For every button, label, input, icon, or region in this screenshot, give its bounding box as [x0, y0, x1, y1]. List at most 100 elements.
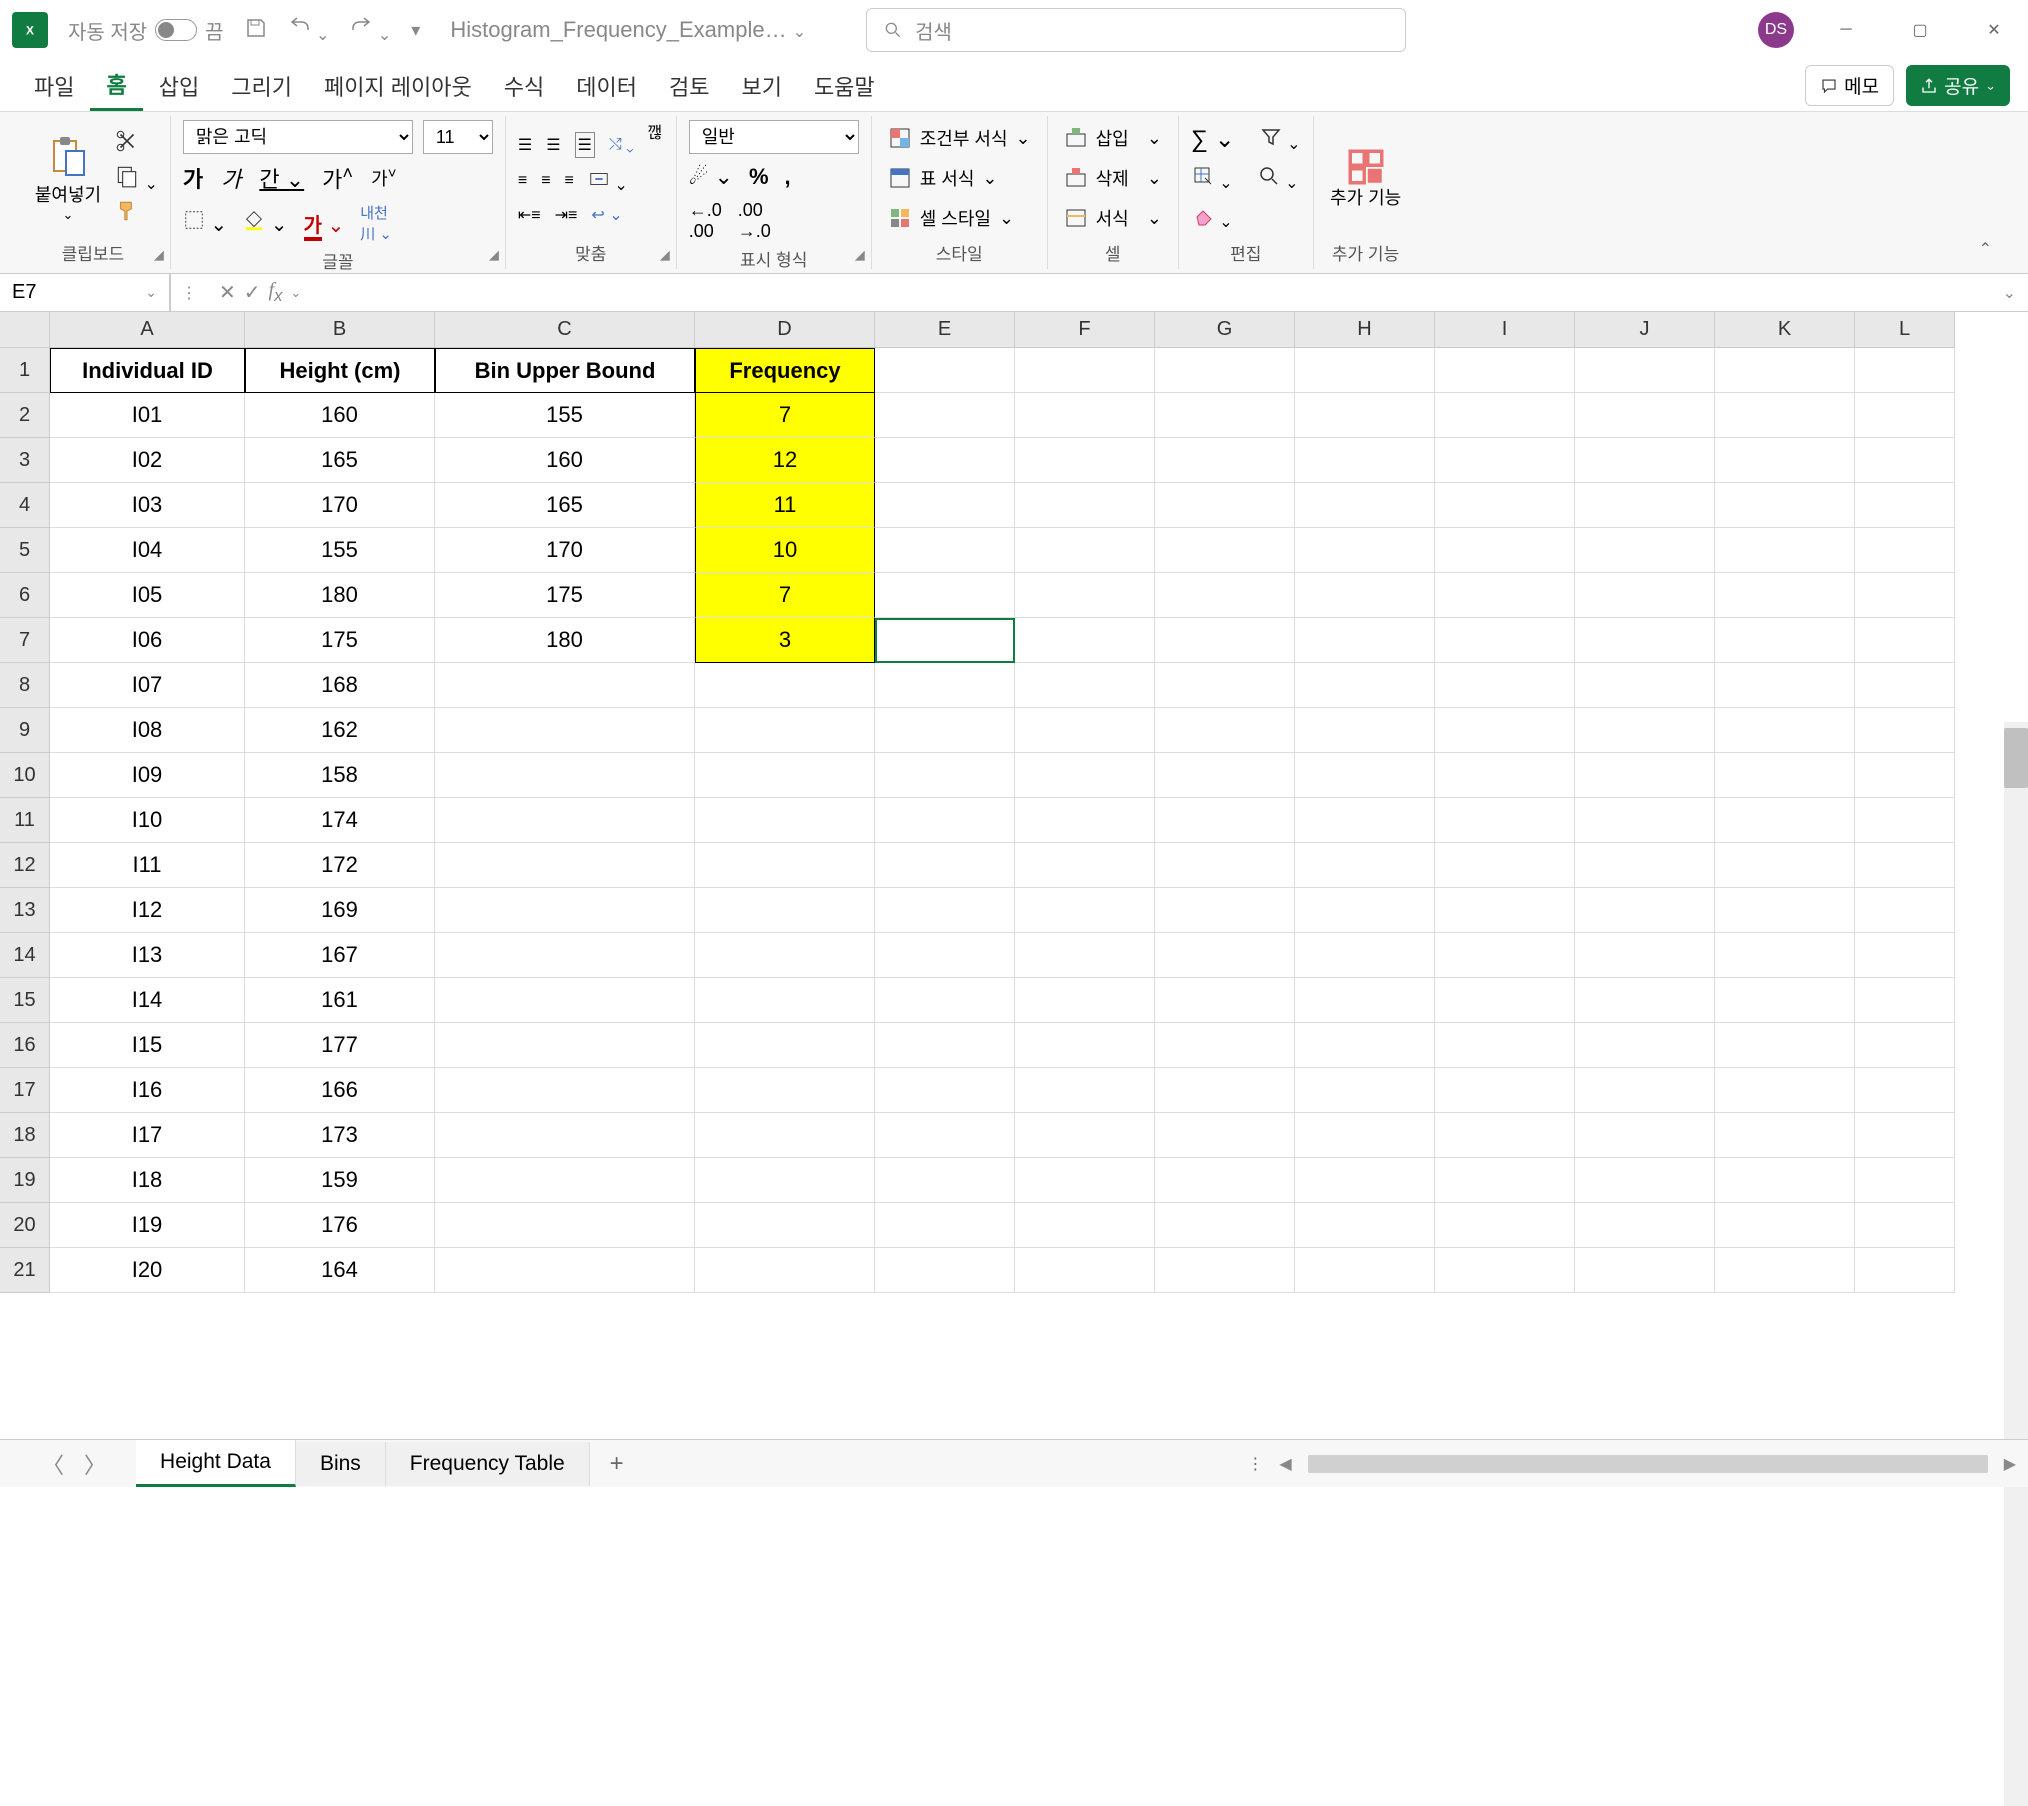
cell-H3[interactable] [1295, 438, 1435, 483]
cell-D14[interactable] [695, 933, 875, 978]
cell-I5[interactable] [1435, 528, 1575, 573]
cell-D16[interactable] [695, 1023, 875, 1068]
row-header-11[interactable]: 11 [0, 798, 50, 843]
cell-K1[interactable] [1715, 348, 1855, 393]
cell-L12[interactable] [1855, 843, 1955, 888]
expand-formula-bar-icon[interactable]: ⌄ [1991, 283, 2028, 303]
cell-B16[interactable]: 177 [245, 1023, 435, 1068]
cell-F15[interactable] [1015, 978, 1155, 1023]
cell-D3[interactable]: 12 [695, 438, 875, 483]
cell-J3[interactable] [1575, 438, 1715, 483]
cell-J4[interactable] [1575, 483, 1715, 528]
font-size-select[interactable]: 11 [423, 120, 493, 154]
align-launcher-icon[interactable]: ◢ [660, 247, 670, 263]
cell-I17[interactable] [1435, 1068, 1575, 1113]
cell-F12[interactable] [1015, 843, 1155, 888]
undo-icon[interactable]: ⌄ [288, 16, 330, 45]
cell-I11[interactable] [1435, 798, 1575, 843]
cell-J21[interactable] [1575, 1248, 1715, 1293]
cell-A15[interactable]: I14 [50, 978, 245, 1023]
copy-icon[interactable]: ⌄ [114, 163, 158, 194]
cell-K2[interactable] [1715, 393, 1855, 438]
cell-K14[interactable] [1715, 933, 1855, 978]
cell-A11[interactable]: I10 [50, 798, 245, 843]
cell-B11[interactable]: 174 [245, 798, 435, 843]
column-header-j[interactable]: J [1575, 312, 1715, 348]
cell-L19[interactable] [1855, 1158, 1955, 1203]
cell-F14[interactable] [1015, 933, 1155, 978]
redo-icon[interactable]: ⌄ [349, 16, 391, 45]
cell-J6[interactable] [1575, 573, 1715, 618]
cell-L17[interactable] [1855, 1068, 1955, 1113]
cell-I20[interactable] [1435, 1203, 1575, 1248]
cell-L11[interactable] [1855, 798, 1955, 843]
phonetic-button[interactable]: 내천川 ⌄ [360, 202, 392, 244]
cell-B15[interactable]: 161 [245, 978, 435, 1023]
cell-B20[interactable]: 176 [245, 1203, 435, 1248]
cell-C11[interactable] [435, 798, 695, 843]
cell-F7[interactable] [1015, 618, 1155, 663]
cell-B19[interactable]: 159 [245, 1158, 435, 1203]
cell-A6[interactable]: I05 [50, 573, 245, 618]
cell-D12[interactable] [695, 843, 875, 888]
cell-E9[interactable] [875, 708, 1015, 753]
name-box[interactable]: E7 ⌄ [0, 274, 170, 311]
cell-F2[interactable] [1015, 393, 1155, 438]
cell-K4[interactable] [1715, 483, 1855, 528]
autosum-button[interactable]: ∑ ⌄ [1191, 125, 1235, 154]
cell-A12[interactable]: I11 [50, 843, 245, 888]
cell-G14[interactable] [1155, 933, 1295, 978]
column-header-a[interactable]: A [50, 312, 245, 348]
cell-I6[interactable] [1435, 573, 1575, 618]
cell-L3[interactable] [1855, 438, 1955, 483]
cell-B10[interactable]: 158 [245, 753, 435, 798]
cell-I7[interactable] [1435, 618, 1575, 663]
cell-L5[interactable] [1855, 528, 1955, 573]
cell-H6[interactable] [1295, 573, 1435, 618]
delete-cells-button[interactable]: 삭제 ⌄ [1060, 163, 1166, 193]
insert-cells-button[interactable]: 삽입 ⌄ [1060, 123, 1166, 153]
font-color-button[interactable]: 가 ⌄ [304, 209, 345, 238]
cell-L10[interactable] [1855, 753, 1955, 798]
cell-G4[interactable] [1155, 483, 1295, 528]
cell-F16[interactable] [1015, 1023, 1155, 1068]
cell-J17[interactable] [1575, 1068, 1715, 1113]
cell-C21[interactable] [435, 1248, 695, 1293]
cell-L21[interactable] [1855, 1248, 1955, 1293]
merge-icon[interactable]: ⌄ [588, 168, 628, 195]
tab-file[interactable]: 파일 [18, 62, 90, 110]
format-painter-icon[interactable] [114, 198, 158, 229]
cell-F20[interactable] [1015, 1203, 1155, 1248]
cut-icon[interactable] [114, 128, 158, 159]
align-center-icon[interactable]: ≡ [541, 172, 550, 190]
increase-indent-icon[interactable]: ⇥≡ [555, 205, 578, 225]
cell-K20[interactable] [1715, 1203, 1855, 1248]
align-left-icon[interactable]: ≡ [518, 172, 527, 190]
tab-formulas[interactable]: 수식 [488, 62, 560, 110]
cell-D2[interactable]: 7 [695, 393, 875, 438]
cell-G15[interactable] [1155, 978, 1295, 1023]
fill-color-button[interactable]: ⌄ [243, 209, 287, 237]
cell-G18[interactable] [1155, 1113, 1295, 1158]
sheet-options-icon[interactable]: ⋮ [1247, 1454, 1263, 1474]
cell-D21[interactable] [695, 1248, 875, 1293]
paste-button[interactable]: 붙여넣기 ⌄ [28, 120, 108, 236]
cell-C19[interactable] [435, 1158, 695, 1203]
cell-E3[interactable] [875, 438, 1015, 483]
tab-layout[interactable]: 페이지 레이아웃 [308, 62, 488, 110]
tab-help[interactable]: 도움말 [798, 62, 891, 110]
cell-C13[interactable] [435, 888, 695, 933]
tab-review[interactable]: 검토 [653, 62, 725, 110]
column-header-g[interactable]: G [1155, 312, 1295, 348]
cell-E13[interactable] [875, 888, 1015, 933]
cell-A13[interactable]: I12 [50, 888, 245, 933]
row-header-17[interactable]: 17 [0, 1068, 50, 1113]
cell-G19[interactable] [1155, 1158, 1295, 1203]
format-cells-button[interactable]: 서식 ⌄ [1060, 203, 1166, 233]
increase-decimal-icon[interactable]: ←.0.00 [689, 200, 722, 242]
cell-L14[interactable] [1855, 933, 1955, 978]
cell-H19[interactable] [1295, 1158, 1435, 1203]
column-header-h[interactable]: H [1295, 312, 1435, 348]
cell-B1[interactable]: Height (cm) [245, 348, 435, 393]
number-format-select[interactable]: 일반 [689, 120, 859, 154]
